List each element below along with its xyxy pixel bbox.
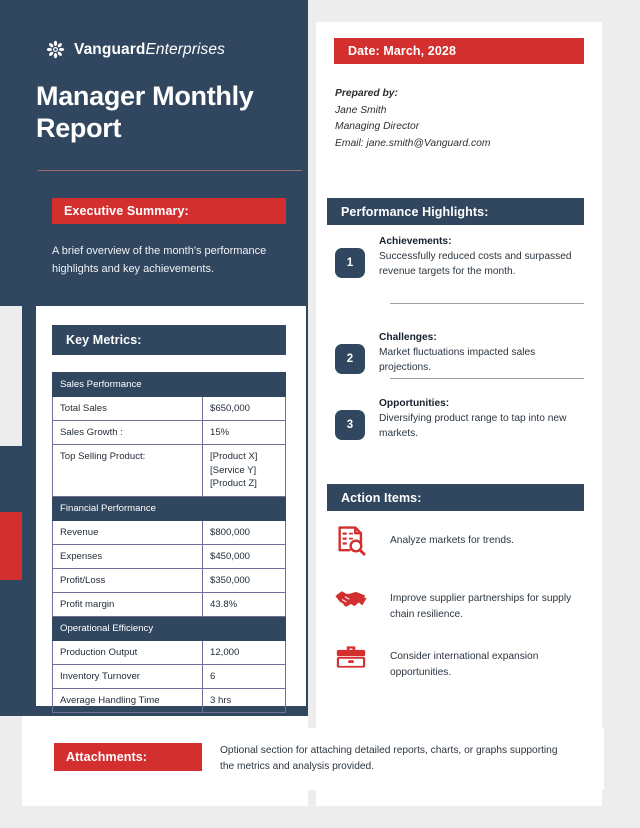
handshake-icon (335, 591, 367, 607)
table-cell-value: 3 hrs (202, 687, 286, 713)
highlight-item: 3 Opportunities: Diversifying product ra… (335, 396, 575, 441)
page-title: Manager Monthly Report (36, 81, 254, 143)
highlight-text: Diversifying product range to tap into n… (379, 413, 567, 439)
table-cell-label: Financial Performance (52, 495, 203, 521)
action-items-heading: Action Items: (327, 484, 584, 511)
briefcase-icon (336, 646, 366, 668)
table-cell-label: Expenses (52, 543, 203, 569)
title-divider (38, 170, 302, 171)
rosette-logo-icon (46, 40, 65, 59)
spine-navy-lower-accent (0, 580, 22, 716)
executive-summary-body: A brief overview of the month's performa… (52, 245, 267, 275)
table-section-row: Financial Performance (52, 495, 286, 521)
prepared-by-role: Managing Director (335, 121, 420, 132)
attachments-text: Optional section for attaching detailed … (220, 745, 558, 772)
table-cell-value (202, 495, 286, 521)
table-cell-value: 15% (202, 420, 286, 445)
highlight-number: 2 (335, 344, 365, 374)
brand-name-bold: Vanguard (74, 40, 146, 58)
table-cell-value: 12,000 (202, 639, 286, 665)
highlight-divider (390, 378, 584, 379)
highlight-number: 1 (335, 248, 365, 278)
table-cell-value (202, 372, 286, 397)
key-metrics-table: Sales Performance Total Sales $650,000 Sale… (52, 372, 286, 713)
table-cell-label: Profit/Loss (52, 567, 203, 593)
table-cell-label: Top Selling Product: (52, 444, 203, 497)
table-cell-label: Inventory Turnover (52, 663, 203, 689)
date-badge: Date: March, 2028 (334, 38, 584, 64)
table-section-row: Sales Performance (52, 372, 286, 397)
prepared-by-email: Email: jane.smith@Vanguard.com (335, 137, 491, 149)
highlight-title: Achievements: (379, 236, 452, 247)
table-row: Average Handling Time 3 hrs (52, 687, 286, 713)
table-cell-value: $350,000 (202, 567, 286, 593)
highlight-title: Opportunities: (379, 398, 450, 409)
table-row: Total Sales $650,000 (52, 396, 286, 421)
action-item: Consider international expansion opportu… (334, 640, 580, 680)
action-item: Improve supplier partnerships for supply… (334, 582, 580, 622)
prepared-by-name: Jane Smith (335, 104, 387, 116)
table-row: Profit/Loss $350,000 (52, 567, 286, 593)
brand-name-italic: Enterprises (145, 40, 225, 58)
performance-highlights-heading: Performance Highlights: (327, 198, 584, 225)
table-cell-label: Average Handling Time (52, 687, 203, 713)
table-cell-value: $650,000 (202, 396, 286, 421)
prepared-by-label: Prepared by: (335, 88, 398, 99)
action-item-text: Analyze markets for trends. (390, 535, 514, 546)
table-row: Sales Growth :15% (52, 420, 286, 445)
spine-red-accent (0, 512, 22, 580)
table-cell-value: 43.8% (202, 591, 286, 617)
highlight-divider (390, 303, 584, 304)
highlight-item: 1 Achievements: Successfully reduced cos… (335, 234, 575, 279)
brand-name: VanguardEnterprises (74, 41, 225, 59)
prepared-by-block: Prepared by: Jane Smith Managing Directo… (335, 86, 575, 152)
table-cell-label: Revenue (52, 519, 203, 545)
highlight-number: 3 (335, 410, 365, 440)
table-cell-value: [Product X] [Service Y] [Product Z] (202, 444, 286, 497)
highlight-title: Challenges: (379, 332, 437, 343)
executive-summary-heading: Executive Summary: (52, 198, 286, 224)
highlight-text: Market fluctuations impacted sales proje… (379, 347, 536, 373)
report-page: VanguardEnterprises Manager Monthly Repo… (0, 0, 640, 828)
table-cell-label: Profit margin (52, 591, 203, 617)
spine-gray-notch (0, 306, 22, 446)
table-cell-label: Sales Growth : (52, 420, 203, 445)
table-cell-label: Operational Efficiency (52, 615, 203, 641)
table-cell-value: 6 (202, 663, 286, 689)
table-cell-value: $450,000 (202, 543, 286, 569)
table-cell-value: $800,000 (202, 519, 286, 545)
brand-logo: VanguardEnterprises (46, 40, 225, 59)
table-cell-label: Sales Performance (52, 372, 203, 397)
document-search-icon (338, 526, 366, 556)
action-item-text: Consider international expansion opportu… (390, 651, 539, 678)
action-item: Analyze markets for trends. (334, 524, 580, 558)
key-metrics-heading: Key Metrics: (52, 325, 286, 355)
spine-navy-upper-accent (0, 446, 22, 512)
table-row: Inventory Turnover 6 (52, 663, 286, 689)
table-row: Expenses $450,000 (52, 543, 286, 569)
highlight-text: Successfully reduced costs and surpassed… (379, 251, 572, 277)
table-section-row: Operational Efficiency (52, 615, 286, 641)
table-row: Profit margin 43.8% (52, 591, 286, 617)
table-cell-label: Total Sales (52, 396, 203, 421)
table-cell-label: Production Output (52, 639, 203, 665)
table-row: Top Selling Product: [Product X] [Service … (52, 444, 286, 497)
table-cell-value (202, 615, 286, 641)
table-row: Production Output 12,000 (52, 639, 286, 665)
attachments-heading: Attachments: (54, 743, 202, 771)
table-row: Revenue $800,000 (52, 519, 286, 545)
action-item-text: Improve supplier partnerships for supply… (390, 593, 572, 620)
highlight-item: 2 Challenges: Market fluctuations impact… (335, 330, 575, 375)
